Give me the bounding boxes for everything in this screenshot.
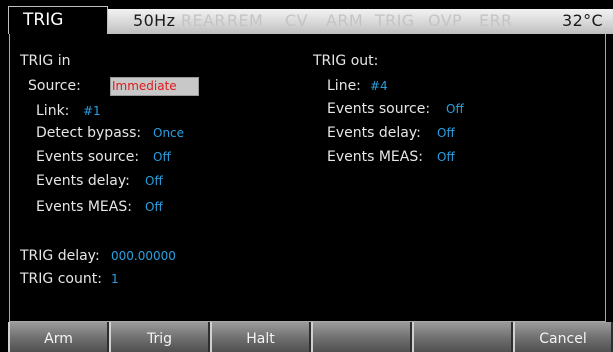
trig-out-line-value[interactable]: #4: [370, 79, 388, 93]
trig-delay-value[interactable]: 000.00000: [111, 249, 176, 263]
softkey-bar: Arm Trig Halt Cancel: [8, 322, 613, 352]
blank-softkey-5[interactable]: [412, 322, 513, 352]
status-indicator-bar: 50Hz REAR REM CV ARM TRIG OVP ERR 32°C: [108, 9, 613, 34]
trig-out-title: TRIG out:: [313, 53, 379, 69]
trig-delay-label: TRIG delay:: [20, 248, 100, 264]
trig-count-label: TRIG count:: [20, 271, 102, 287]
trig-in-source-field[interactable]: Immediate: [110, 77, 199, 96]
trig-softkey-label: Trig: [146, 331, 173, 347]
trig-out-events-source-label: Events source:: [327, 101, 431, 117]
trig-in-events-delay-label: Events delay:: [36, 173, 130, 189]
trig-in-title: TRIG in: [20, 53, 71, 69]
mode-tab: TRIG: [8, 6, 108, 34]
trig-out-events-delay-label: Events delay:: [327, 125, 421, 141]
trig-softkey[interactable]: Trig: [109, 322, 210, 352]
trig-out-line-label: Line:: [327, 78, 361, 94]
indicator-rem: REM: [227, 11, 264, 30]
trig-out-events-meas-value[interactable]: Off: [437, 150, 455, 164]
temperature-readout: 32°C: [562, 11, 604, 30]
trig-in-events-meas-label: Events MEAS:: [36, 199, 132, 215]
arm-softkey[interactable]: Arm: [8, 322, 109, 352]
indicator-cv: CV: [285, 11, 308, 30]
trig-in-events-delay-value[interactable]: Off: [145, 174, 163, 188]
trig-in-events-source-label: Events source:: [36, 149, 140, 165]
indicator-err: ERR: [479, 11, 513, 30]
indicator-rear: REAR: [181, 11, 226, 30]
halt-softkey-label: Halt: [246, 331, 275, 347]
trig-count-value[interactable]: 1: [111, 272, 119, 286]
trig-in-source-label: Source:: [28, 78, 81, 94]
trig-in-source-value: Immediate: [112, 79, 177, 93]
trig-in-detect-bypass-value[interactable]: Once: [153, 126, 184, 140]
indicator-arm: ARM: [326, 11, 364, 30]
trig-out-events-delay-value[interactable]: Off: [437, 126, 455, 140]
trigger-settings-panel: TRIG in Source: Immediate Link: #1 Detec…: [9, 34, 606, 322]
trig-in-events-source-value[interactable]: Off: [153, 150, 171, 164]
mode-title: TRIG: [23, 10, 64, 30]
arm-softkey-label: Arm: [44, 331, 73, 347]
trig-in-events-meas-value[interactable]: Off: [145, 200, 163, 214]
cancel-softkey-label: Cancel: [539, 331, 587, 347]
header-bar: TRIG 50Hz REAR REM CV ARM TRIG OVP ERR 3…: [0, 0, 613, 34]
halt-softkey[interactable]: Halt: [210, 322, 311, 352]
indicator-50hz: 50Hz: [133, 11, 176, 30]
trig-out-events-meas-label: Events MEAS:: [327, 149, 423, 165]
trig-in-detect-bypass-label: Detect bypass:: [36, 125, 142, 141]
trig-in-link-label: Link:: [36, 103, 70, 119]
cancel-softkey[interactable]: Cancel: [513, 322, 613, 352]
indicator-trig: TRIG: [375, 11, 415, 30]
trig-in-link-value[interactable]: #1: [83, 104, 101, 118]
indicator-ovp: OVP: [428, 11, 463, 30]
trig-out-events-source-value[interactable]: Off: [446, 102, 464, 116]
blank-softkey-4[interactable]: [311, 322, 412, 352]
